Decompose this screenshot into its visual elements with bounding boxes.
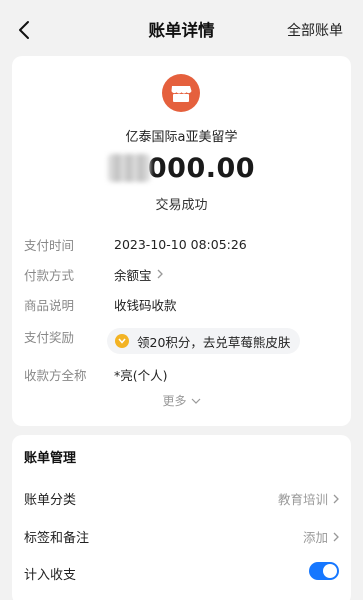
page-title: 账单详情 xyxy=(148,21,215,40)
bill-management-card: 账单管理 账单分类 教育培训 标签和备注 添加 计入收支 xyxy=(12,435,351,600)
pay-time-label: 支付时间 xyxy=(24,237,75,253)
amount-block: 000.00 xyxy=(12,148,351,188)
back-button[interactable] xyxy=(12,16,36,44)
pay-method-row[interactable]: 付款方式 余额宝 xyxy=(12,262,351,286)
tags-label: 标签和备注 xyxy=(24,531,90,546)
product-row: 商品说明 收钱码收款 xyxy=(12,292,351,316)
pay-time-row: 支付时间 2023-10-10 08:05:26 xyxy=(12,232,351,256)
trade-status: 交易成功 xyxy=(155,198,208,213)
pay-method-value: 余额宝 xyxy=(114,267,152,283)
reward-text: 领20积分，去兑草莓熊皮肤 xyxy=(137,334,291,350)
amount-redaction xyxy=(107,154,150,182)
points-coin-icon xyxy=(115,334,129,348)
pay-time-value: 2023-10-10 08:05:26 xyxy=(114,236,247,252)
income-label: 计入收支 xyxy=(24,568,77,583)
tags-value: 添加 xyxy=(302,530,328,545)
chevron-left-icon xyxy=(19,21,29,39)
chevron-right-icon xyxy=(333,494,339,504)
category-value: 教育培训 xyxy=(277,492,328,507)
chevron-right-icon xyxy=(333,532,339,542)
product-value: 收钱码收款 xyxy=(114,297,177,313)
income-toggle[interactable] xyxy=(309,562,339,580)
storefront-icon xyxy=(171,86,192,102)
nav-bar: 账单详情 全部账单 xyxy=(0,0,363,58)
reward-button[interactable]: 领20积分，去兑草莓熊皮肤 xyxy=(107,328,301,354)
category-row[interactable]: 账单分类 教育培训 xyxy=(12,485,351,509)
more-button[interactable]: 更多 xyxy=(12,392,351,409)
section-title: 账单管理 xyxy=(24,451,77,466)
toggle-knob xyxy=(323,564,337,578)
all-bills-link[interactable]: 全部账单 xyxy=(287,20,343,40)
income-row: 计入收支 xyxy=(12,560,351,584)
tags-row[interactable]: 标签和备注 添加 xyxy=(12,523,351,547)
merchant-name: 亿泰国际a亚美留学 xyxy=(125,130,238,145)
reward-label: 支付奖励 xyxy=(24,329,75,345)
payee-label: 收款方全称 xyxy=(24,367,87,383)
amount-value: 000.00 xyxy=(147,152,256,184)
pay-method-label: 付款方式 xyxy=(24,267,75,283)
category-label: 账单分类 xyxy=(24,493,77,508)
product-label: 商品说明 xyxy=(24,297,75,313)
bill-detail-card: 亿泰国际a亚美留学 000.00 交易成功 支付时间 2023-10-10 08… xyxy=(12,56,351,426)
merchant-logo xyxy=(162,74,200,112)
payee-value: *亮(个人) xyxy=(114,367,168,383)
more-label: 更多 xyxy=(162,394,187,408)
chevron-right-icon xyxy=(157,269,163,279)
chevron-down-icon xyxy=(191,398,201,404)
payee-row: 收款方全称 *亮(个人) xyxy=(12,362,351,386)
